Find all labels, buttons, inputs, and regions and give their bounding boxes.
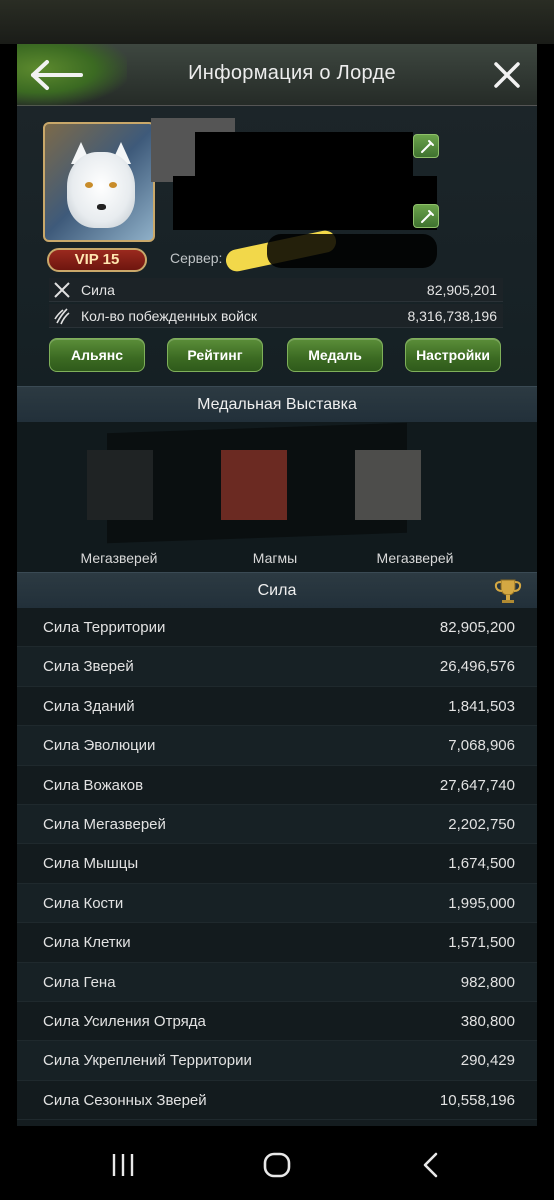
crossed-swords-icon (53, 281, 71, 299)
power-label: Сила Вожаков (43, 776, 144, 794)
power-row: Сила Эволюции 7,068,906 (17, 726, 537, 766)
medal-exhibition: Мегазверей Магмы Мегазверей (17, 422, 537, 572)
power-label: Сила Усиления Отряда (43, 1012, 206, 1030)
vip-badge[interactable]: VIP 15 (47, 248, 147, 272)
power-value: 27,647,740 (439, 776, 515, 794)
power-row: Сила Сезонных Зверей 10,558,196 (17, 1080, 537, 1121)
redacted-server-block (267, 234, 437, 268)
power-label: Сила Зданий (43, 697, 135, 715)
medal-item[interactable] (221, 450, 287, 520)
edit-alliance-icon[interactable] (413, 204, 439, 228)
section-title: Медальная Выставка (197, 396, 357, 413)
power-row: Сила Мегазверей 2,202,750 (17, 804, 537, 845)
white-fox-portrait (67, 152, 135, 228)
power-row: Сила Мышцы 1,674,500 (17, 844, 537, 884)
redacted-name (195, 132, 413, 176)
power-value: 380,800 (460, 1012, 515, 1030)
medal-section-header: Медальная Выставка (17, 386, 537, 422)
power-label: Сила Эволюции (43, 737, 156, 755)
power-value: 1,995,000 (448, 894, 515, 912)
power-label: Сила Территории (43, 619, 166, 636)
android-nav-bar (0, 1126, 554, 1200)
power-row: Сила Усиления Отряда 380,800 (17, 1001, 537, 1042)
stat-row-power: Сила 82,905,201 (49, 278, 503, 302)
section-title: Сила (257, 582, 297, 599)
power-row: Сила Укреплений Территории 290,429 (17, 1041, 537, 1081)
stat-value: 82,905,201 (426, 282, 497, 298)
fox-eye-left (85, 182, 93, 188)
power-row: Сила Вожаков 27,647,740 (17, 765, 537, 805)
power-label: Сила Клетки (43, 934, 131, 952)
close-icon[interactable] (491, 59, 523, 91)
alliance-button[interactable]: Альянс (49, 338, 145, 372)
lord-profile: VIP 15 Сервер: Сила 82,905,201 Кол-во по… (17, 106, 537, 386)
power-value: 1,674,500 (448, 855, 515, 873)
power-label: Сила Мышцы (43, 855, 139, 873)
window-header: Информация о Лорде (17, 44, 537, 106)
stat-label: Сила (81, 282, 115, 298)
power-row: Сила Зверей 26,496,576 (17, 647, 537, 687)
power-value: 1,571,500 (448, 934, 515, 952)
edit-name-icon[interactable] (413, 134, 439, 158)
recent-apps-icon[interactable] (108, 1150, 138, 1180)
redacted-alliance (173, 176, 437, 230)
settings-button[interactable]: Настройки (405, 338, 501, 372)
page-title: Информация о Лорде (188, 62, 396, 84)
medal-label: Мегазверей (80, 550, 158, 566)
power-row: Сила Клетки 1,571,500 (17, 923, 537, 963)
power-value: 7,068,906 (448, 737, 515, 755)
fox-nose (97, 204, 106, 210)
power-label: Сила Кости (43, 894, 124, 912)
power-row: Сила Зданий 1,841,503 (17, 686, 537, 727)
medal-item[interactable] (87, 450, 153, 520)
power-value: 290,429 (460, 1052, 515, 1070)
status-bar-area (0, 0, 554, 44)
medal-item[interactable] (355, 450, 421, 520)
power-value: 1,841,503 (448, 697, 515, 715)
power-label: Сила Гена (43, 973, 116, 991)
fox-eye-right (109, 182, 117, 188)
power-breakdown-list: Сила Территории 82,905,200 Сила Зверей 26,4… (17, 608, 537, 1121)
power-row: Сила Кости 1,995,000 (17, 883, 537, 924)
stat-label: Кол-во побежденных войск (81, 308, 258, 324)
avatar[interactable] (43, 122, 155, 242)
power-section-header: Сила (17, 572, 537, 608)
power-row: Сила Гена 982,800 (17, 962, 537, 1002)
power-label: Сила Укреплений Территории (43, 1052, 252, 1070)
power-label: Сила Зверей (43, 658, 134, 676)
trophy-icon[interactable] (493, 577, 523, 605)
power-value: 10,558,196 (439, 1091, 515, 1109)
stat-row-defeated: Кол-во побежденных войск 8,316,738,196 (49, 304, 503, 328)
rating-button[interactable]: Рейтинг (167, 338, 263, 372)
power-row: Сила Территории 82,905,200 (17, 608, 537, 648)
power-label: Сила Сезонных Зверей (43, 1091, 207, 1109)
stat-value: 8,316,738,196 (407, 308, 497, 324)
lord-info-window: Информация о Лорде VIP 15 Сервер: Сила 8… (17, 44, 537, 1126)
back-icon[interactable] (416, 1150, 446, 1180)
medal-button[interactable]: Медаль (287, 338, 383, 372)
medal-label: Магмы (252, 550, 298, 566)
home-icon[interactable] (262, 1150, 292, 1180)
action-buttons: Альянс Рейтинг Медаль Настройки (17, 338, 537, 374)
power-value: 982,800 (460, 973, 515, 991)
claw-marks-icon (53, 307, 71, 325)
medal-label: Мегазверей (376, 550, 454, 566)
back-arrow-icon[interactable] (27, 56, 87, 94)
power-label: Сила Мегазверей (43, 815, 166, 833)
power-value: 2,202,750 (448, 815, 515, 833)
power-value: 26,496,576 (439, 658, 515, 676)
power-value: 82,905,200 (439, 619, 515, 636)
server-label: Сервер: (170, 250, 223, 266)
